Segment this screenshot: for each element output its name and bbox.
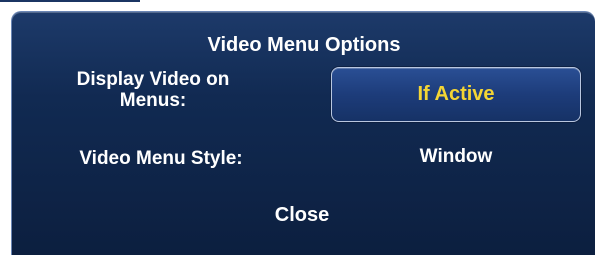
dialog-title: Video Menu Options: [207, 34, 401, 56]
display-video-value: If Active: [417, 83, 495, 105]
video-menu-style-value[interactable]: Window: [331, 146, 581, 168]
display-video-label: Display Video on Menus:: [48, 69, 258, 111]
display-video-button[interactable]: If Active: [331, 67, 581, 122]
display-video-label-line2: Menus:: [119, 90, 187, 111]
video-menu-style-label: Video Menu Style:: [79, 148, 243, 169]
top-strip: [0, 0, 595, 11]
top-edge-line: [0, 0, 140, 2]
display-video-label-line1: Display Video on: [76, 69, 230, 90]
video-menu-options-dialog: Video Menu Options Display Video on Menu…: [11, 11, 595, 255]
close-button[interactable]: Close: [242, 200, 362, 230]
